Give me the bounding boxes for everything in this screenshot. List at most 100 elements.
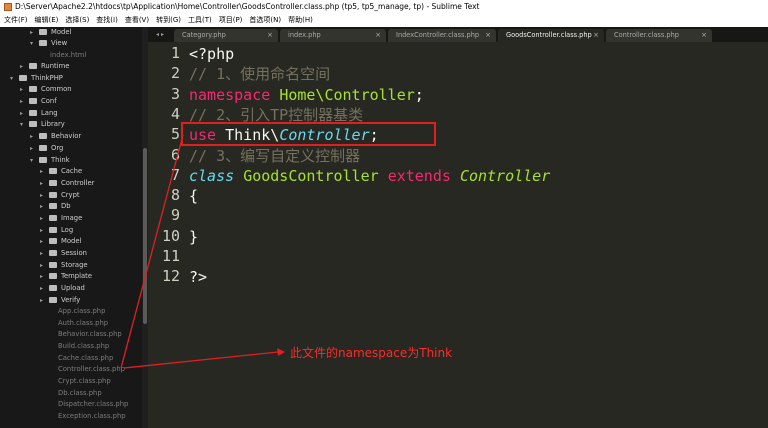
sidebar-item-label: Template xyxy=(61,272,93,280)
sidebar-folder[interactable]: ▸ Verify xyxy=(40,295,80,306)
code-line[interactable]: namespace Home\Controller; xyxy=(189,85,424,105)
sidebar-folder[interactable]: ▾ View xyxy=(30,38,67,49)
chevron-right-icon[interactable]: ▸ xyxy=(20,61,28,72)
tab-indexcontroller-class-php[interactable]: IndexController.class.php × xyxy=(388,29,496,42)
menu-item-6[interactable]: 工具(T) xyxy=(184,14,215,27)
chevron-right-icon[interactable]: ▸ xyxy=(40,201,48,212)
menu-item-1[interactable]: 编辑(E) xyxy=(31,14,62,27)
close-icon[interactable]: × xyxy=(267,29,273,42)
chevron-right-icon[interactable]: ▸ xyxy=(30,131,38,142)
tab-navigation-arrows-icon[interactable]: ◂ ▸ xyxy=(148,27,172,42)
chevron-right-icon[interactable]: ▸ xyxy=(40,213,48,224)
sidebar-folder[interactable]: ▾ Think xyxy=(30,155,70,166)
folder-icon xyxy=(49,297,57,303)
code-line[interactable]: { xyxy=(189,186,198,206)
menu-item-0[interactable]: 文件(F) xyxy=(0,14,31,27)
sidebar-file[interactable]: Behavior.class.php xyxy=(58,329,122,340)
close-icon[interactable]: × xyxy=(485,29,491,42)
tab-goodscontroller-class-php[interactable]: GoodsController.class.php × xyxy=(498,29,604,42)
sidebar-file[interactable]: Controller.class.php xyxy=(58,364,125,375)
sidebar-folder[interactable]: ▸ Common xyxy=(20,84,72,95)
sidebar-folder[interactable]: ▸ Runtime xyxy=(20,61,69,72)
sidebar-folder[interactable]: ▸ Behavior xyxy=(30,131,81,142)
close-icon[interactable]: × xyxy=(701,29,707,42)
chevron-right-icon[interactable]: ▸ xyxy=(40,236,48,247)
sidebar-item-label: index.html xyxy=(50,51,87,59)
sidebar-file[interactable]: index.html xyxy=(50,50,86,61)
sidebar-folder[interactable]: ▸ Storage xyxy=(40,260,88,271)
sidebar-folder[interactable]: ▸ Image xyxy=(40,213,82,224)
line-number: 3 xyxy=(170,84,180,103)
chevron-right-icon[interactable]: ▸ xyxy=(40,178,48,189)
code-line[interactable]: // 1、使用命名空间 xyxy=(189,64,330,84)
sidebar-item-label: Model xyxy=(51,28,72,36)
chevron-right-icon[interactable]: ▸ xyxy=(40,283,48,294)
sidebar-file[interactable]: Db.class.php xyxy=(58,388,102,399)
chevron-right-icon[interactable]: ▸ xyxy=(40,260,48,271)
sidebar-folder[interactable]: ▸ Lang xyxy=(20,108,58,119)
chevron-down-icon[interactable]: ▾ xyxy=(10,73,18,84)
chevron-right-icon[interactable]: ▸ xyxy=(40,248,48,259)
sidebar-folder[interactable]: ▸ Controller xyxy=(40,178,94,189)
sidebar-file[interactable]: Cache.class.php xyxy=(58,353,113,364)
close-icon[interactable]: × xyxy=(375,29,381,42)
chevron-right-icon[interactable]: ▸ xyxy=(20,108,28,119)
chevron-down-icon[interactable]: ▾ xyxy=(30,38,38,49)
chevron-down-icon[interactable]: ▾ xyxy=(30,155,38,166)
code-line[interactable]: // 3、编写自定义控制器 xyxy=(189,146,360,166)
code-token: namespace xyxy=(189,85,280,104)
chevron-right-icon[interactable]: ▸ xyxy=(40,225,48,236)
close-icon[interactable]: × xyxy=(593,29,599,42)
tab-index-php[interactable]: index.php × xyxy=(280,29,386,42)
sidebar-folder[interactable]: ▸ Template xyxy=(40,271,92,282)
menu-item-3[interactable]: 查找(I) xyxy=(92,14,121,27)
sidebar-folder[interactable]: ▸ Crypt xyxy=(40,190,80,201)
menu-item-4[interactable]: 查看(V) xyxy=(121,14,152,27)
code-token: Controller xyxy=(459,166,551,185)
sidebar-folder[interactable]: ▾ ThinkPHP xyxy=(10,73,63,84)
menu-item-2[interactable]: 选择(S) xyxy=(61,14,92,27)
sidebar-file[interactable]: Exception.class.php xyxy=(58,411,126,422)
chevron-right-icon[interactable]: ▸ xyxy=(20,96,28,107)
tab-category-php[interactable]: Category.php × xyxy=(174,29,278,42)
sidebar-file[interactable]: Auth.class.php xyxy=(58,318,108,329)
chevron-right-icon[interactable]: ▸ xyxy=(40,166,48,177)
sidebar-scrollbar-thumb[interactable] xyxy=(143,148,147,324)
chevron-right-icon[interactable]: ▸ xyxy=(40,190,48,201)
chevron-right-icon[interactable]: ▸ xyxy=(30,27,38,38)
sidebar-file[interactable]: Dispatcher.class.php xyxy=(58,399,128,410)
line-number: 9 xyxy=(170,206,180,225)
sidebar-file[interactable]: Build.class.php xyxy=(58,341,109,352)
chevron-right-icon[interactable]: ▸ xyxy=(40,295,48,306)
tab-controller-class-php[interactable]: Controller.class.php × xyxy=(606,29,712,42)
chevron-right-icon[interactable]: ▸ xyxy=(30,143,38,154)
sidebar-folder[interactable]: ▸ Upload xyxy=(40,283,85,294)
sidebar-item-label: Dispatcher.class.php xyxy=(58,400,129,408)
chevron-right-icon[interactable]: ▸ xyxy=(20,84,28,95)
sidebar-folder[interactable]: ▾ Library xyxy=(20,119,65,130)
sidebar-folder[interactable]: ▸ Org xyxy=(30,143,63,154)
code-editor[interactable]: 1 2 3 4 5 6 7 8 9 10 11 12 <?php// 1、使用命名空间 namespac… xyxy=(148,42,768,428)
sidebar-folder[interactable]: ▸ Db xyxy=(40,201,71,212)
sidebar-folder[interactable]: ▸ Conf xyxy=(20,96,57,107)
menu-item-7[interactable]: 项目(P) xyxy=(215,14,246,27)
code-line[interactable]: } xyxy=(189,227,198,247)
code-line[interactable]: <?php xyxy=(189,44,234,64)
chevron-right-icon[interactable]: ▸ xyxy=(40,271,48,282)
line-number: 12 xyxy=(161,267,180,286)
sidebar-folder[interactable]: ▸ Model xyxy=(30,27,71,38)
chevron-down-icon[interactable]: ▾ xyxy=(20,119,28,130)
code-line[interactable]: class GoodsController extends Controller xyxy=(189,166,550,186)
sidebar-folder[interactable]: ▸ Session xyxy=(40,248,87,259)
folder-icon xyxy=(49,227,57,233)
code-line[interactable]: ?> xyxy=(189,267,207,287)
tab-label: index.php xyxy=(288,31,321,39)
sidebar-folder[interactable]: ▸ Log xyxy=(40,225,73,236)
menu-item-9[interactable]: 帮助(H) xyxy=(284,14,316,27)
sidebar-file[interactable]: Crypt.class.php xyxy=(58,376,111,387)
sidebar-file[interactable]: App.class.php xyxy=(58,306,105,317)
menu-item-5[interactable]: 转到(G) xyxy=(152,14,184,27)
menu-item-8[interactable]: 首选项(N) xyxy=(245,14,284,27)
sidebar-folder[interactable]: ▸ Cache xyxy=(40,166,82,177)
sidebar-folder[interactable]: ▸ Model xyxy=(40,236,81,247)
